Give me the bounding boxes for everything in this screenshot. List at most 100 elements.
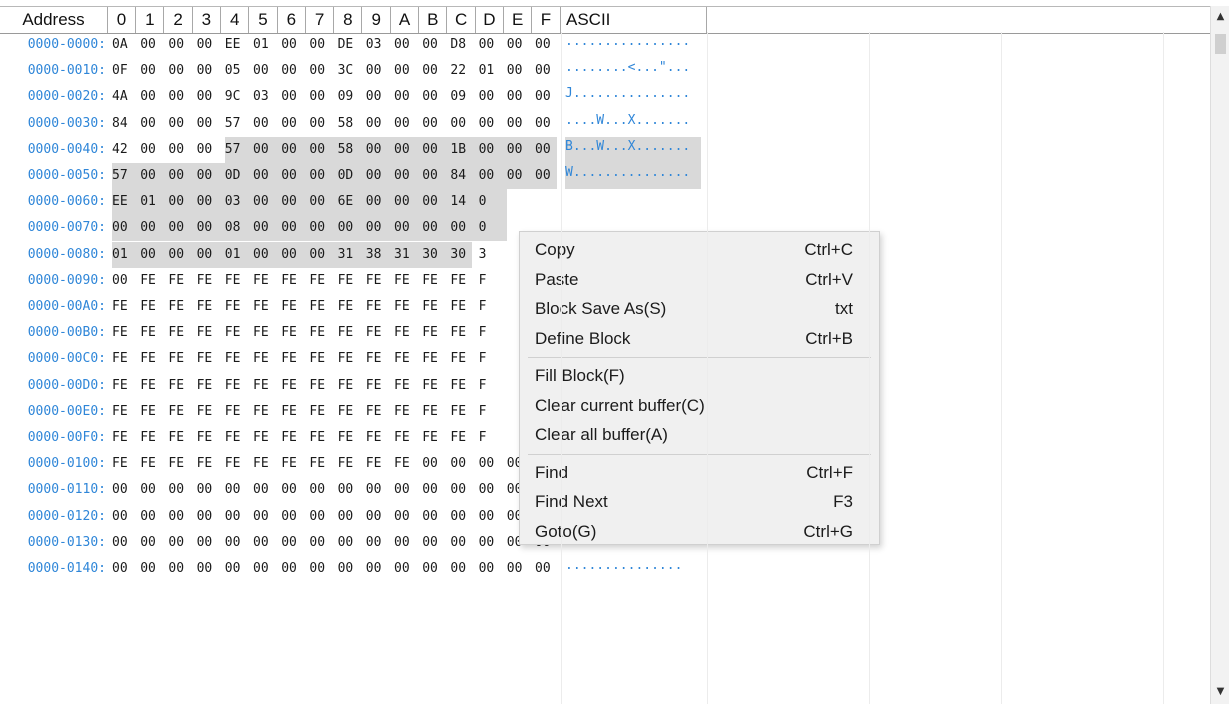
hex-byte[interactable]: FE — [450, 320, 472, 346]
hex-byte[interactable]: 01 — [253, 32, 275, 58]
hex-byte[interactable]: 00 — [253, 189, 282, 216]
hex-byte[interactable]: 00 — [309, 556, 331, 582]
hex-byte[interactable]: FE — [450, 373, 472, 399]
hex-byte[interactable]: FE — [168, 399, 190, 425]
hex-byte[interactable]: 00 — [479, 530, 501, 556]
hex-byte[interactable]: 03 — [253, 84, 275, 110]
hex-byte[interactable]: 00 — [168, 137, 190, 163]
hex-byte[interactable]: FE — [281, 320, 303, 346]
menu-item-define-block[interactable]: Define Block Ctrl+B — [520, 325, 879, 353]
scroll-down-arrow-icon[interactable]: ▼ — [1211, 682, 1229, 702]
hex-byte[interactable]: FE — [394, 425, 416, 451]
hex-byte[interactable]: 00 — [394, 163, 423, 189]
hex-byte[interactable]: F — [479, 294, 501, 320]
hex-byte[interactable]: FE — [112, 373, 134, 399]
hex-byte[interactable]: 00 — [309, 111, 331, 137]
hex-byte[interactable]: 00 — [422, 530, 444, 556]
hex-byte[interactable]: FE — [394, 346, 416, 372]
hex-byte[interactable]: 00 — [309, 84, 331, 110]
hex-byte[interactable]: FE — [225, 320, 247, 346]
hex-byte[interactable]: FE — [112, 399, 134, 425]
hex-byte[interactable]: 00 — [253, 215, 282, 242]
hex-byte[interactable]: 00 — [450, 477, 472, 503]
hex-byte[interactable]: FE — [281, 268, 303, 294]
hex-byte[interactable]: 31 — [337, 241, 366, 268]
hex-byte[interactable]: 00 — [394, 111, 416, 137]
hex-byte[interactable]: FE — [197, 320, 219, 346]
hex-byte[interactable]: 00 — [450, 111, 472, 137]
hex-row[interactable]: 0000-0040: 42 00 00 00 57 00 00 00 58 00 00 00 1B 00 00… — [0, 136, 1210, 163]
hex-byte[interactable]: 00 — [197, 84, 219, 110]
hex-byte[interactable]: FE — [168, 268, 190, 294]
menu-item-fill-block-f[interactable]: Fill Block(F) — [520, 362, 879, 390]
hex-byte[interactable]: 00 — [281, 504, 303, 530]
hex-byte[interactable]: 00 — [366, 504, 388, 530]
hex-byte[interactable]: 57 — [112, 163, 141, 189]
hex-byte[interactable]: FE — [112, 320, 134, 346]
hex-byte[interactable]: FE — [422, 373, 444, 399]
hex-byte[interactable]: 00 — [507, 84, 529, 110]
hex-byte[interactable]: FE — [338, 451, 360, 477]
hex-byte[interactable]: F — [479, 425, 501, 451]
hex-byte[interactable]: 00 — [225, 556, 247, 582]
hex-byte[interactable]: FE — [309, 320, 331, 346]
menu-item-copy[interactable]: Copy Ctrl+C — [520, 236, 879, 264]
hex-byte[interactable]: 00 — [112, 477, 134, 503]
hex-byte[interactable]: 09 — [338, 84, 360, 110]
hex-byte[interactable]: FE — [366, 425, 388, 451]
hex-byte[interactable]: 00 — [366, 84, 388, 110]
hex-byte[interactable]: FE — [168, 320, 190, 346]
ascii-text[interactable]: ................ — [565, 32, 701, 58]
hex-byte[interactable]: 00 — [309, 215, 338, 242]
hex-byte[interactable]: FE — [309, 268, 331, 294]
hex-byte[interactable]: FE — [422, 268, 444, 294]
hex-byte[interactable]: 84 — [112, 111, 134, 137]
hex-byte[interactable]: 09 — [450, 84, 472, 110]
hex-byte[interactable]: 00 — [196, 163, 225, 189]
hex-byte[interactable]: FE — [140, 294, 162, 320]
hex-byte[interactable]: 00 — [366, 58, 388, 84]
hex-byte[interactable]: 00 — [366, 111, 388, 137]
hex-byte[interactable]: 00 — [366, 556, 388, 582]
menu-item-goto-g[interactable]: Goto(G) Ctrl+G — [520, 518, 879, 546]
hex-byte[interactable]: 00 — [422, 84, 444, 110]
hex-byte[interactable]: 00 — [394, 477, 416, 503]
hex-byte[interactable]: 00 — [225, 530, 247, 556]
hex-byte[interactable]: FE — [281, 425, 303, 451]
hex-byte[interactable]: 00 — [253, 556, 275, 582]
hex-byte[interactable]: 00 — [168, 530, 190, 556]
hex-byte[interactable]: 00 — [281, 163, 310, 189]
hex-byte[interactable]: 00 — [338, 504, 360, 530]
context-menu[interactable]: Copy Ctrl+C Paste Ctrl+V Block Save As(S) txt… — [519, 231, 880, 545]
hex-byte[interactable]: 00 — [422, 163, 451, 189]
hex-byte[interactable]: 00 — [168, 556, 190, 582]
hex-byte[interactable]: 00 — [168, 84, 190, 110]
hex-byte[interactable]: FE — [168, 346, 190, 372]
hex-byte[interactable]: 0D — [224, 163, 253, 189]
hex-byte[interactable]: EE — [225, 32, 247, 58]
hex-byte[interactable]: 00 — [253, 136, 282, 163]
hex-byte[interactable]: 00 — [168, 32, 190, 58]
hex-byte[interactable]: 00 — [478, 136, 507, 163]
hex-byte[interactable]: FE — [281, 399, 303, 425]
hex-byte[interactable]: FE — [197, 451, 219, 477]
hex-byte[interactable]: FE — [366, 451, 388, 477]
hex-byte[interactable]: FE — [422, 346, 444, 372]
hex-byte[interactable]: FE — [197, 399, 219, 425]
hex-byte[interactable]: 58 — [338, 111, 360, 137]
hex-byte[interactable]: 00 — [168, 477, 190, 503]
hex-byte[interactable]: FE — [450, 294, 472, 320]
hex-byte[interactable]: 00 — [309, 163, 338, 189]
hex-byte[interactable]: FE — [422, 399, 444, 425]
hex-byte[interactable]: 01 — [140, 189, 169, 216]
hex-byte[interactable]: 00 — [422, 451, 444, 477]
hex-byte[interactable]: 00 — [535, 556, 557, 582]
hex-byte[interactable]: FE — [140, 320, 162, 346]
hex-byte[interactable]: 58 — [337, 136, 366, 163]
hex-byte[interactable]: 00 — [365, 163, 394, 189]
hex-byte[interactable]: FE — [197, 294, 219, 320]
hex-byte[interactable]: 00 — [337, 215, 366, 242]
hex-byte[interactable]: 00 — [479, 111, 501, 137]
hex-byte[interactable]: 00 — [281, 241, 310, 268]
hex-byte[interactable]: 00 — [253, 111, 275, 137]
